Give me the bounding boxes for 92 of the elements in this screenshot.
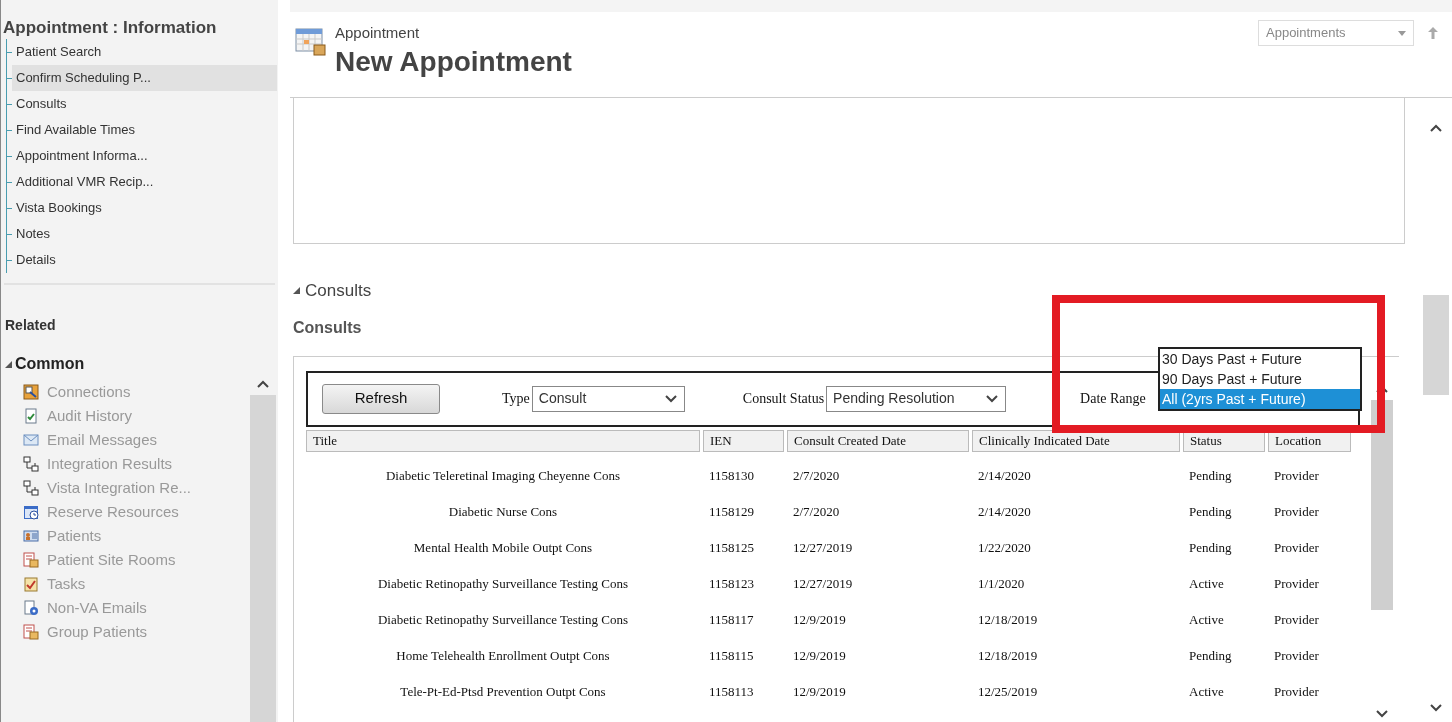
nav-item[interactable]: Consults bbox=[12, 91, 277, 117]
related-heading: Related bbox=[4, 316, 57, 335]
table-cell-text: Provider bbox=[1273, 682, 1320, 701]
nav-item[interactable]: Notes bbox=[12, 221, 277, 247]
record-title: New Appointment bbox=[335, 44, 572, 79]
dropdown-option[interactable]: 30 Days Past + Future bbox=[1160, 349, 1360, 369]
filter-label: Type bbox=[502, 390, 530, 408]
network-icon bbox=[23, 480, 39, 496]
table-cell-text: Home Telehealth Enrollment Outpt Cons bbox=[395, 646, 611, 665]
nav-item[interactable]: Details bbox=[12, 247, 277, 273]
calendar-clock-icon bbox=[23, 504, 39, 520]
scrollbar-thumb[interactable] bbox=[1371, 399, 1393, 610]
table-cell-text: 1/1/2020 bbox=[977, 574, 1026, 593]
nav-item[interactable]: Find Available Times bbox=[12, 117, 277, 143]
table-cell-text: Provider bbox=[1273, 646, 1320, 665]
calendar-icon bbox=[295, 26, 327, 58]
filter-label: Consult Status bbox=[742, 390, 825, 408]
contact-card-icon bbox=[23, 528, 39, 544]
table-cell-text: 12/9/2019 bbox=[792, 646, 847, 665]
table-cell-text: 2/7/2020 bbox=[792, 466, 841, 485]
table-cell-text: 12/27/2019 bbox=[792, 574, 854, 593]
table-cell-text: Tele-Pt-Ed-Ptsd Prevention Outpt Cons bbox=[399, 682, 607, 701]
chevron-down-icon[interactable] bbox=[985, 392, 1000, 405]
table-cell-text: 1158123 bbox=[708, 574, 756, 593]
table-cell-text: 1158117 bbox=[708, 610, 755, 629]
nav-item[interactable]: Patient Search bbox=[12, 39, 277, 65]
table-cell-text: Provider bbox=[1273, 502, 1320, 521]
table-cell-text: Active bbox=[1188, 682, 1225, 701]
chevron-down-icon[interactable] bbox=[663, 392, 678, 405]
refresh-button[interactable]: Refresh bbox=[322, 383, 440, 414]
nav-item[interactable]: Vista Bookings bbox=[12, 195, 277, 221]
expand-triangle-icon[interactable] bbox=[293, 287, 300, 295]
scrollbar-track[interactable] bbox=[250, 395, 276, 722]
table-cell-text: Diabetic Nurse Cons bbox=[447, 502, 559, 521]
table-cell-text: Diabetic Retinopathy Surveillance Testing Cons bbox=[376, 610, 630, 629]
table-cell-text: 12/25/2019 bbox=[977, 682, 1039, 701]
table-cell-text: 2/7/2020 bbox=[792, 502, 841, 521]
filter-label: Date Range bbox=[1080, 390, 1146, 408]
column-header[interactable]: Consult Created Date bbox=[787, 429, 969, 452]
table-cell-text: Diabetic Teleretinal Imaging Cheyenne Cons bbox=[384, 466, 622, 485]
document-box-icon bbox=[23, 552, 39, 568]
document-check-icon bbox=[23, 408, 39, 424]
table-cell-text: Active bbox=[1188, 610, 1225, 629]
table-cell-text: Provider bbox=[1273, 574, 1320, 593]
form-selector[interactable]: Appointments bbox=[1258, 20, 1414, 46]
table-cell-text: Active bbox=[1188, 574, 1225, 593]
table-cell-text: 1158130 bbox=[708, 466, 756, 485]
table-cell-text: Provider bbox=[1273, 610, 1320, 629]
table-cell-text: 12/18/2019 bbox=[977, 646, 1039, 665]
table-cell-text: 12/9/2019 bbox=[792, 682, 847, 701]
column-header[interactable]: IEN bbox=[703, 429, 784, 452]
table-cell-text: Pending bbox=[1188, 538, 1233, 557]
expand-triangle-icon[interactable] bbox=[5, 360, 12, 368]
nav-item[interactable]: Appointment Informa... bbox=[12, 143, 277, 169]
filter-select[interactable]: Pending Resolution bbox=[826, 385, 1007, 412]
section-label: Consults bbox=[305, 280, 372, 302]
scroll-down-icon[interactable] bbox=[1375, 707, 1389, 720]
scroll-down-icon[interactable] bbox=[1429, 701, 1443, 714]
table-cell-text: Provider bbox=[1273, 538, 1320, 557]
connections-icon bbox=[23, 384, 39, 400]
dropdown-option[interactable]: 90 Days Past + Future bbox=[1160, 369, 1360, 389]
table-cell-text: Pending bbox=[1188, 466, 1233, 485]
table-cell-text: Mental Health Mobile Outpt Cons bbox=[412, 538, 594, 557]
document-gear-icon bbox=[23, 600, 39, 616]
table-cell-text: 12/27/2019 bbox=[792, 538, 854, 557]
table-cell-text: 1158125 bbox=[708, 538, 756, 557]
table-cell-text: 2/14/2020 bbox=[977, 466, 1032, 485]
table-cell-text: Provider bbox=[1273, 466, 1320, 485]
nav-item[interactable]: Additional VMR Recip... bbox=[12, 169, 277, 195]
clipboard-icon bbox=[23, 576, 39, 592]
table-cell-text: Pending bbox=[1188, 646, 1233, 665]
table-cell-text: Pending bbox=[1188, 502, 1233, 521]
scrollbar-thumb[interactable] bbox=[1423, 295, 1449, 395]
table-cell-text: 1/22/2020 bbox=[977, 538, 1032, 557]
network-icon bbox=[23, 456, 39, 472]
table-cell-text: 12/18/2019 bbox=[977, 610, 1039, 629]
table-cell-text: 1158113 bbox=[708, 682, 755, 701]
group-heading: Common bbox=[15, 354, 85, 374]
nav-item[interactable]: Confirm Scheduling P... bbox=[12, 65, 277, 91]
sidebar-title: Appointment : Information bbox=[2, 18, 218, 38]
envelope-icon bbox=[23, 432, 39, 448]
caret-icon bbox=[1398, 30, 1406, 36]
table-cell-text: 2/14/2020 bbox=[977, 502, 1032, 521]
document-box-icon bbox=[23, 624, 39, 640]
table-cell-text: Diabetic Retinopathy Surveillance Testing Cons bbox=[376, 574, 630, 593]
filter-select[interactable]: Consult bbox=[531, 385, 685, 412]
entity-name: Appointment bbox=[335, 23, 421, 43]
table-cell-text: 12/9/2019 bbox=[792, 610, 847, 629]
table-cell-text: 1158115 bbox=[708, 646, 755, 665]
table-cell-text: 1158129 bbox=[708, 502, 756, 521]
column-header[interactable]: Title bbox=[306, 429, 700, 452]
section-heading: Consults bbox=[293, 317, 363, 338]
